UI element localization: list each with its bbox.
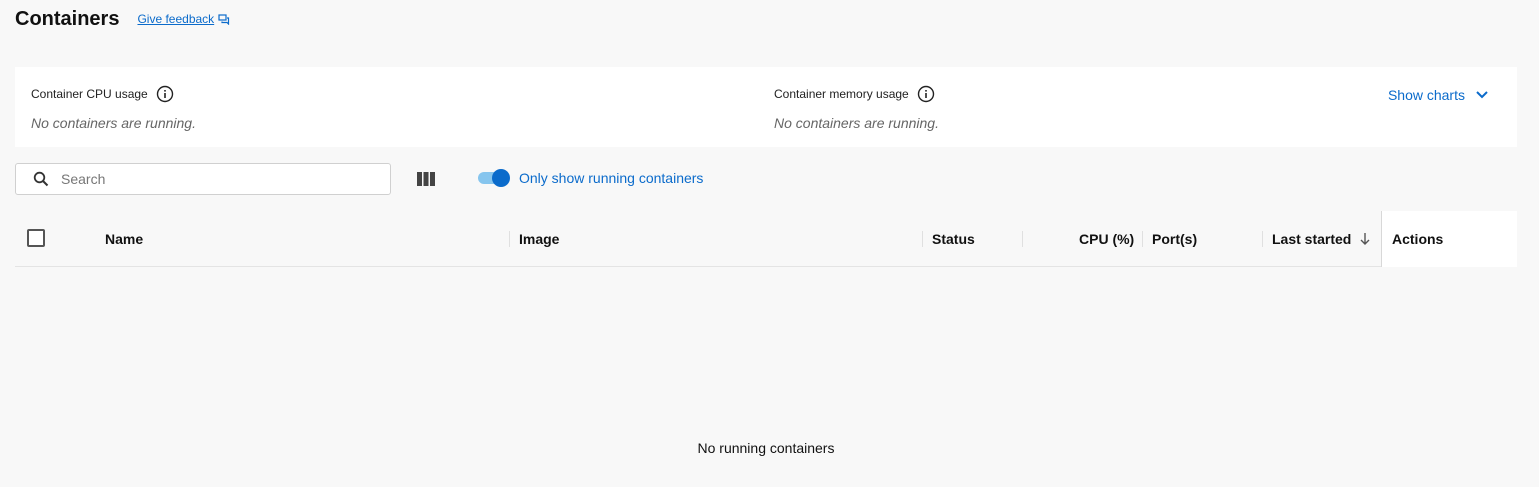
show-charts-button[interactable]: Show charts — [1388, 87, 1489, 103]
containers-table-header: Name Image Status CPU (%) Port(s) Last s… — [15, 211, 1517, 267]
cpu-usage-stat: Container CPU usage No containers are ru… — [31, 85, 196, 131]
column-header-last-started[interactable]: Last started — [1272, 211, 1371, 267]
last-started-label: Last started — [1272, 231, 1352, 247]
memory-usage-stat: Container memory usage No containers are… — [774, 85, 939, 131]
column-divider[interactable] — [509, 231, 510, 247]
empty-state-message: No running containers — [697, 440, 835, 456]
select-all-checkbox[interactable] — [27, 229, 45, 247]
page-title: Containers — [15, 8, 120, 30]
column-divider[interactable] — [1142, 231, 1143, 247]
info-icon[interactable] — [917, 85, 935, 103]
memory-usage-title: Container memory usage — [774, 87, 909, 101]
memory-usage-empty-text: No containers are running. — [774, 115, 939, 131]
column-header-cpu[interactable]: CPU (%) — [1079, 211, 1134, 267]
search-icon — [33, 171, 49, 187]
chevron-down-icon — [1475, 90, 1489, 100]
toggle-label: Only show running containers — [519, 170, 704, 186]
running-only-toggle[interactable]: Only show running containers — [478, 169, 704, 187]
columns-toggle-button[interactable] — [416, 170, 436, 193]
chat-bubbles-icon — [218, 13, 230, 25]
toggle-thumb — [492, 169, 510, 187]
column-divider[interactable] — [1022, 231, 1023, 247]
usage-stats-panel: Container CPU usage No containers are ru… — [15, 67, 1517, 147]
column-header-name[interactable]: Name — [105, 211, 143, 267]
give-feedback-link[interactable]: Give feedback — [137, 12, 230, 26]
cpu-usage-empty-text: No containers are running. — [31, 115, 196, 131]
search-box[interactable] — [15, 163, 391, 195]
column-header-actions: Actions — [1381, 211, 1517, 267]
column-divider[interactable] — [922, 231, 923, 247]
info-icon[interactable] — [156, 85, 174, 103]
toggle-switch[interactable] — [478, 169, 510, 187]
columns-icon — [416, 170, 436, 193]
page-header: Containers Give feedback — [15, 8, 230, 31]
column-divider[interactable] — [1262, 231, 1263, 247]
column-header-status[interactable]: Status — [932, 211, 975, 267]
cpu-usage-title: Container CPU usage — [31, 87, 148, 101]
column-header-ports[interactable]: Port(s) — [1152, 211, 1197, 267]
show-charts-label: Show charts — [1387, 87, 1465, 103]
arrow-down-icon[interactable] — [1359, 232, 1371, 246]
column-header-image[interactable]: Image — [519, 211, 559, 267]
give-feedback-label: Give feedback — [137, 12, 215, 26]
search-input[interactable] — [61, 171, 361, 187]
